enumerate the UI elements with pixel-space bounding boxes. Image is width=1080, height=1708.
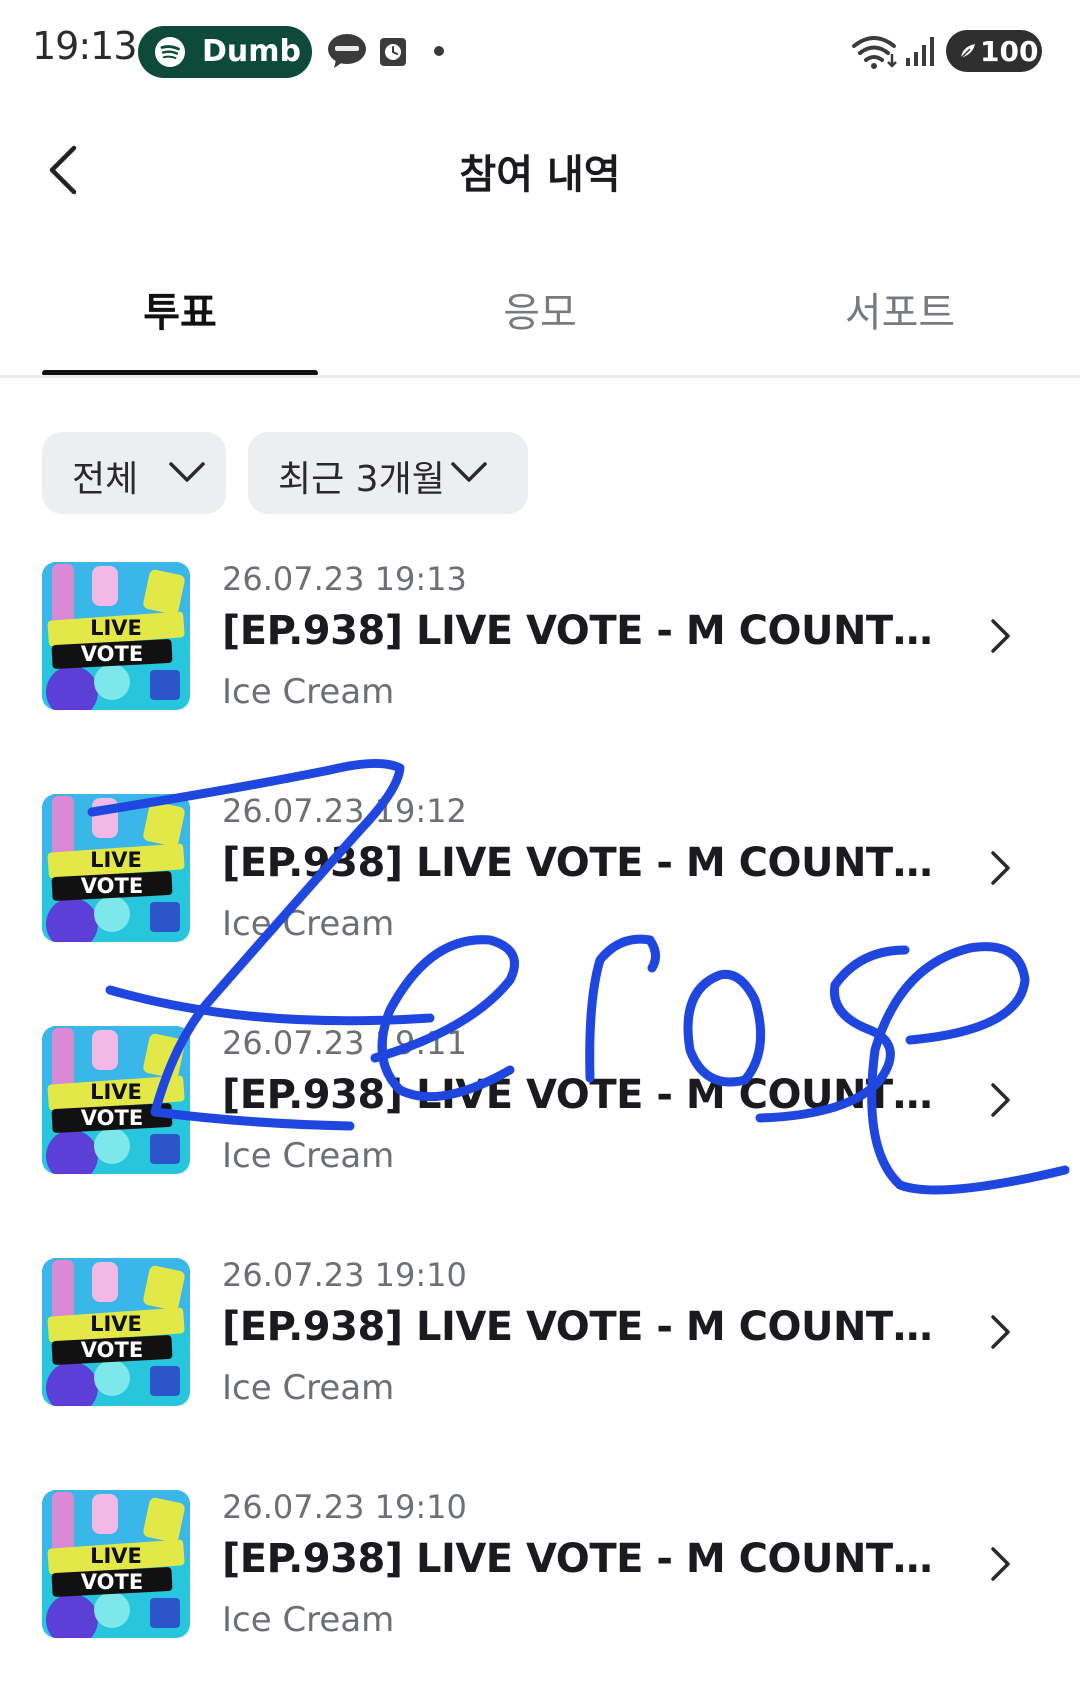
vote-date: 26.07.23 19:11: [222, 1024, 467, 1062]
tab-entry[interactable]: 응모: [402, 280, 678, 338]
chevron-right-icon: [991, 851, 1010, 885]
tab-vote[interactable]: 투표: [42, 280, 318, 338]
vote-history-item[interactable]: LIVE VOTE 26.07.23 19:12 [EP.938] LIVE V…: [0, 780, 1080, 1012]
vote-title: [EP.938] LIVE VOTE - M COUNTDOWN: [222, 1536, 942, 1582]
svg-text:VOTE: VOTE: [81, 1106, 143, 1130]
tab-bar: 투표 응모 서포트: [0, 250, 1080, 378]
svg-text:VOTE: VOTE: [81, 874, 143, 898]
chevron-down-icon: [169, 462, 205, 482]
chevron-down-icon: [451, 462, 487, 482]
spotify-icon: [155, 37, 185, 67]
vote-history-list: LIVE VOTE 26.07.23 19:13 [EP.938] LIVE V…: [0, 548, 1080, 1708]
period-filter-label: 최근 3개월: [278, 459, 445, 500]
live-vote-thumbnail: LIVE VOTE: [42, 1026, 190, 1174]
calendar-clock-icon: [380, 38, 406, 66]
battery-indicator: 100: [946, 30, 1042, 72]
tabs-divider: [0, 375, 1080, 378]
category-filter-dropdown[interactable]: 전체: [42, 432, 226, 514]
vote-history-item[interactable]: LIVE VOTE 26.07.23 19:11 [EP.938] LIVE V…: [0, 1012, 1080, 1244]
chevron-right-icon: [991, 1547, 1010, 1581]
now-playing-chip[interactable]: Dumb: [138, 26, 312, 78]
vote-date: 26.07.23 19:10: [222, 1256, 467, 1294]
live-vote-thumbnail: LIVE VOTE: [42, 1490, 190, 1638]
vote-date: 26.07.23 19:13: [222, 560, 467, 598]
category-filter-label: 전체: [72, 459, 139, 500]
svg-text:LIVE: LIVE: [90, 848, 142, 872]
battery-icon: [960, 44, 975, 59]
vote-date: 26.07.23 19:10: [222, 1488, 467, 1526]
vote-history-item[interactable]: LIVE VOTE 26.07.23 19:10 [EP.938] LIVE V…: [0, 1476, 1080, 1708]
vote-history-item[interactable]: LIVE VOTE 26.07.23 19:13 [EP.938] LIVE V…: [0, 548, 1080, 780]
kakaotalk-icon: [328, 34, 366, 68]
svg-text:VOTE: VOTE: [81, 1338, 143, 1362]
chevron-right-icon: [991, 1083, 1010, 1117]
svg-text:LIVE: LIVE: [90, 1080, 142, 1104]
now-playing-label: Dumb: [202, 34, 301, 69]
status-bar: 19:13 Dumb 100: [0, 0, 1080, 102]
signal-icon: [906, 37, 934, 66]
vote-title: [EP.938] LIVE VOTE - M COUNTDOWN: [222, 1304, 942, 1350]
chevron-right-icon: [991, 619, 1010, 653]
tab-support[interactable]: 서포트: [762, 280, 1038, 338]
vote-title: [EP.938] LIVE VOTE - M COUNTDOWN: [222, 608, 942, 654]
svg-text:LIVE: LIVE: [90, 1312, 142, 1336]
vote-date: 26.07.23 19:12: [222, 792, 467, 830]
svg-text:LIVE: LIVE: [90, 616, 142, 640]
live-vote-thumbnail: LIVE VOTE: [42, 1258, 190, 1406]
live-vote-thumbnail: LIVE VOTE: [42, 562, 190, 710]
page-title: 참여 내역: [459, 152, 621, 198]
vote-title: [EP.938] LIVE VOTE - M COUNTDOWN: [222, 840, 942, 886]
svg-text:VOTE: VOTE: [81, 642, 143, 666]
notification-dot-icon: [434, 46, 444, 56]
svg-text:VOTE: VOTE: [81, 1570, 143, 1594]
vote-artist: Ice Cream: [222, 1600, 395, 1640]
wifi-icon: [852, 36, 897, 69]
chevron-right-icon: [991, 1315, 1010, 1349]
vote-artist: Ice Cream: [222, 1136, 395, 1176]
svg-text:LIVE: LIVE: [90, 1544, 142, 1568]
vote-history-item[interactable]: LIVE VOTE 26.07.23 19:10 [EP.938] LIVE V…: [0, 1244, 1080, 1476]
status-time: 19:13: [32, 24, 138, 68]
period-filter-dropdown[interactable]: 최근 3개월: [248, 432, 528, 514]
vote-artist: Ice Cream: [222, 672, 395, 712]
vote-artist: Ice Cream: [222, 904, 395, 944]
vote-title: [EP.938] LIVE VOTE - M COUNTDOWN: [222, 1072, 942, 1118]
live-vote-thumbnail: LIVE VOTE: [42, 794, 190, 942]
vote-artist: Ice Cream: [222, 1368, 395, 1408]
battery-level: 100: [980, 35, 1039, 68]
